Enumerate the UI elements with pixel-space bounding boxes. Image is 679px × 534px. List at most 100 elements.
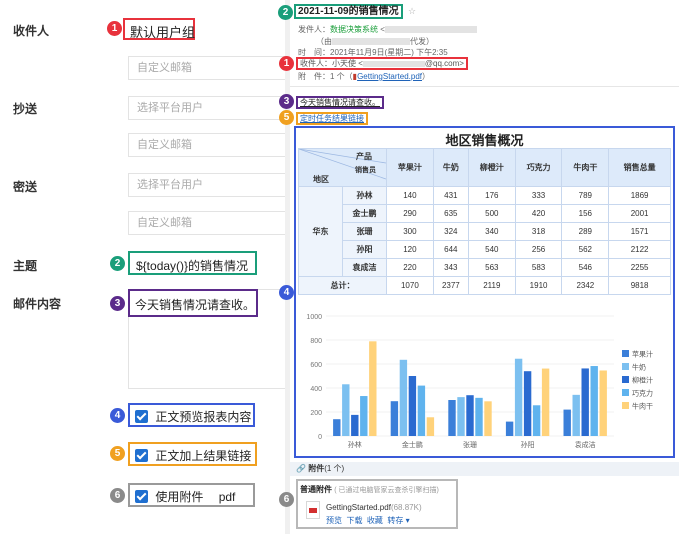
attachment-row: 附 件：1 个（▮GettingStarted.pdf） <box>298 72 431 81</box>
table-cell: 2001 <box>608 204 671 223</box>
bar <box>426 417 435 436</box>
bar <box>514 358 523 436</box>
table-cell: 290 <box>386 204 434 223</box>
bar <box>532 405 541 436</box>
table-cell: 2122 <box>608 240 671 259</box>
table-cell: 140 <box>386 186 434 205</box>
dropdown-arrow-icon[interactable]: ▾ <box>406 516 410 525</box>
col-header: 牛奶 <box>432 148 469 187</box>
table-cell: 540 <box>467 240 516 259</box>
table-cell: 孙林 <box>342 186 387 205</box>
badge-3: 3 <box>110 296 125 311</box>
bcc-user-select[interactable]: 选择平台用户 <box>128 173 285 197</box>
recipient-email-input[interactable]: 自定义邮箱 <box>128 56 285 80</box>
checkbox-checked-icon[interactable] <box>135 449 148 462</box>
legend-label: 柳橙汁 <box>632 376 653 385</box>
download-link[interactable]: 下载 <box>346 516 362 525</box>
table-cell: 583 <box>514 258 563 277</box>
option-attachment[interactable]: 使用附件 pdf <box>128 483 255 507</box>
bar <box>390 401 399 436</box>
table-cell: 546 <box>561 258 610 277</box>
preview-link[interactable]: 预览 <box>326 516 342 525</box>
region-cell: 华东 <box>298 186 343 277</box>
option-attach-type: pdf <box>218 489 236 504</box>
col-header: 柳橙汁 <box>467 148 516 187</box>
table-cell: 318 <box>514 222 563 241</box>
report-preview: 地区销售概况 产品 销售员 地区 苹果汁 牛奶 柳橙汁 巧克力 牛肉干 销售总量… <box>294 126 675 458</box>
paperclip-icon: 🔗 <box>296 464 306 473</box>
hdr-product: 产品 <box>356 152 372 161</box>
checkbox-checked-icon[interactable] <box>135 410 148 423</box>
email-form-panel: 收件人 1 默认用户组 自定义邮箱 抄送 选择平台用户 自定义邮箱 密送 选择平… <box>0 0 285 534</box>
file-name-row[interactable]: GettingStarted.pdf(68.87K) <box>326 503 422 512</box>
table-cell: 300 <box>386 222 434 241</box>
bar <box>523 371 532 436</box>
table-cell: 563 <box>467 258 516 277</box>
attachment-actions: 预览 下载 收藏 转存 ▾ <box>326 515 410 526</box>
bar <box>408 376 417 436</box>
col-header: 牛肉干 <box>561 148 610 187</box>
star-icon[interactable]: ☆ <box>408 6 416 17</box>
x-tick-label: 金士鹏 <box>402 440 423 449</box>
bcc-email-input[interactable]: 自定义邮箱 <box>128 211 285 235</box>
x-tick-label: 张珊 <box>463 440 477 449</box>
attachments-bar: 🔗 附件(1 个) <box>290 462 679 476</box>
table-cell: 500 <box>467 204 516 223</box>
bar <box>466 395 474 436</box>
hdr-region: 地区 <box>313 175 329 184</box>
table-cell: 324 <box>432 222 469 241</box>
bar <box>505 421 514 436</box>
result-link[interactable]: 定时任务结果链接 <box>296 112 368 125</box>
option-preview-report[interactable]: 正文预览报表内容 <box>128 403 255 427</box>
y-tick-label: 600 <box>310 362 322 369</box>
cc-email-input[interactable]: 自定义邮箱 <box>128 133 285 157</box>
table-cell: 金士鹏 <box>342 204 387 223</box>
table-cell: 420 <box>514 204 563 223</box>
recipient-label: 收件人 <box>13 24 50 38</box>
x-tick-label: 孙阳 <box>521 440 535 449</box>
hdr-sales: 销售员 <box>355 167 376 174</box>
table-cell: 1910 <box>514 276 563 295</box>
y-tick-label: 1000 <box>306 314 322 321</box>
bar <box>360 396 368 436</box>
badge-2: 2 <box>110 256 125 271</box>
favorite-link[interactable]: 收藏 <box>367 516 383 525</box>
table-cell: 789 <box>561 186 610 205</box>
email-preview-panel: 2 2021-11-09的销售情况 ☆ 发件人：数据决策系统 < （由 代发） 时… <box>278 0 679 534</box>
email-recipient: 收件人：小天使 < @qq.com> <box>296 57 468 70</box>
legend-label: 苹果汁 <box>632 350 653 359</box>
bar <box>448 400 456 436</box>
badge-5b: 5 <box>279 110 294 125</box>
recipient-user-group-field[interactable]: 默认用户组 <box>123 18 195 40</box>
bar <box>484 401 492 436</box>
attachments-count: (1 个) <box>324 464 345 473</box>
table-cell: 袁成洁 <box>342 258 387 277</box>
attachment-card: 普通附件 ( 已通过电脑管家云查杀引擎扫描) GettingStarted.pd… <box>296 479 458 529</box>
bar <box>351 414 359 436</box>
sender-proxy-row: （由 代发） <box>316 37 434 46</box>
table-cell: 289 <box>561 222 610 241</box>
y-tick-label: 800 <box>310 338 322 345</box>
badge-6b: 6 <box>279 492 294 507</box>
option-attach-label: 使用附件 <box>155 490 204 504</box>
table-cell: 156 <box>561 204 610 223</box>
bar <box>563 409 571 436</box>
bar <box>369 341 377 436</box>
bar <box>572 394 580 436</box>
save-link[interactable]: 转存 <box>387 516 403 525</box>
checkbox-checked-icon[interactable] <box>135 490 148 503</box>
table-cell: 1070 <box>386 276 434 295</box>
option-result-link[interactable]: 正文加上结果链接 <box>128 442 257 466</box>
report-title: 地区销售概况 <box>445 133 524 148</box>
table-cell: 220 <box>386 258 434 277</box>
table-cell: 2255 <box>608 258 671 277</box>
table-cell: 644 <box>432 240 469 259</box>
table-cell: 120 <box>386 240 434 259</box>
bcc-label: 密送 <box>13 180 38 194</box>
header-divider <box>290 86 679 87</box>
cc-user-select[interactable]: 选择平台用户 <box>128 96 285 120</box>
subject-input[interactable]: ${today()}的销售情况 <box>128 251 257 275</box>
y-tick-label: 0 <box>318 434 322 441</box>
subject-label: 主题 <box>13 259 38 273</box>
email-subject: 2021-11-09的销售情况 <box>294 4 403 19</box>
